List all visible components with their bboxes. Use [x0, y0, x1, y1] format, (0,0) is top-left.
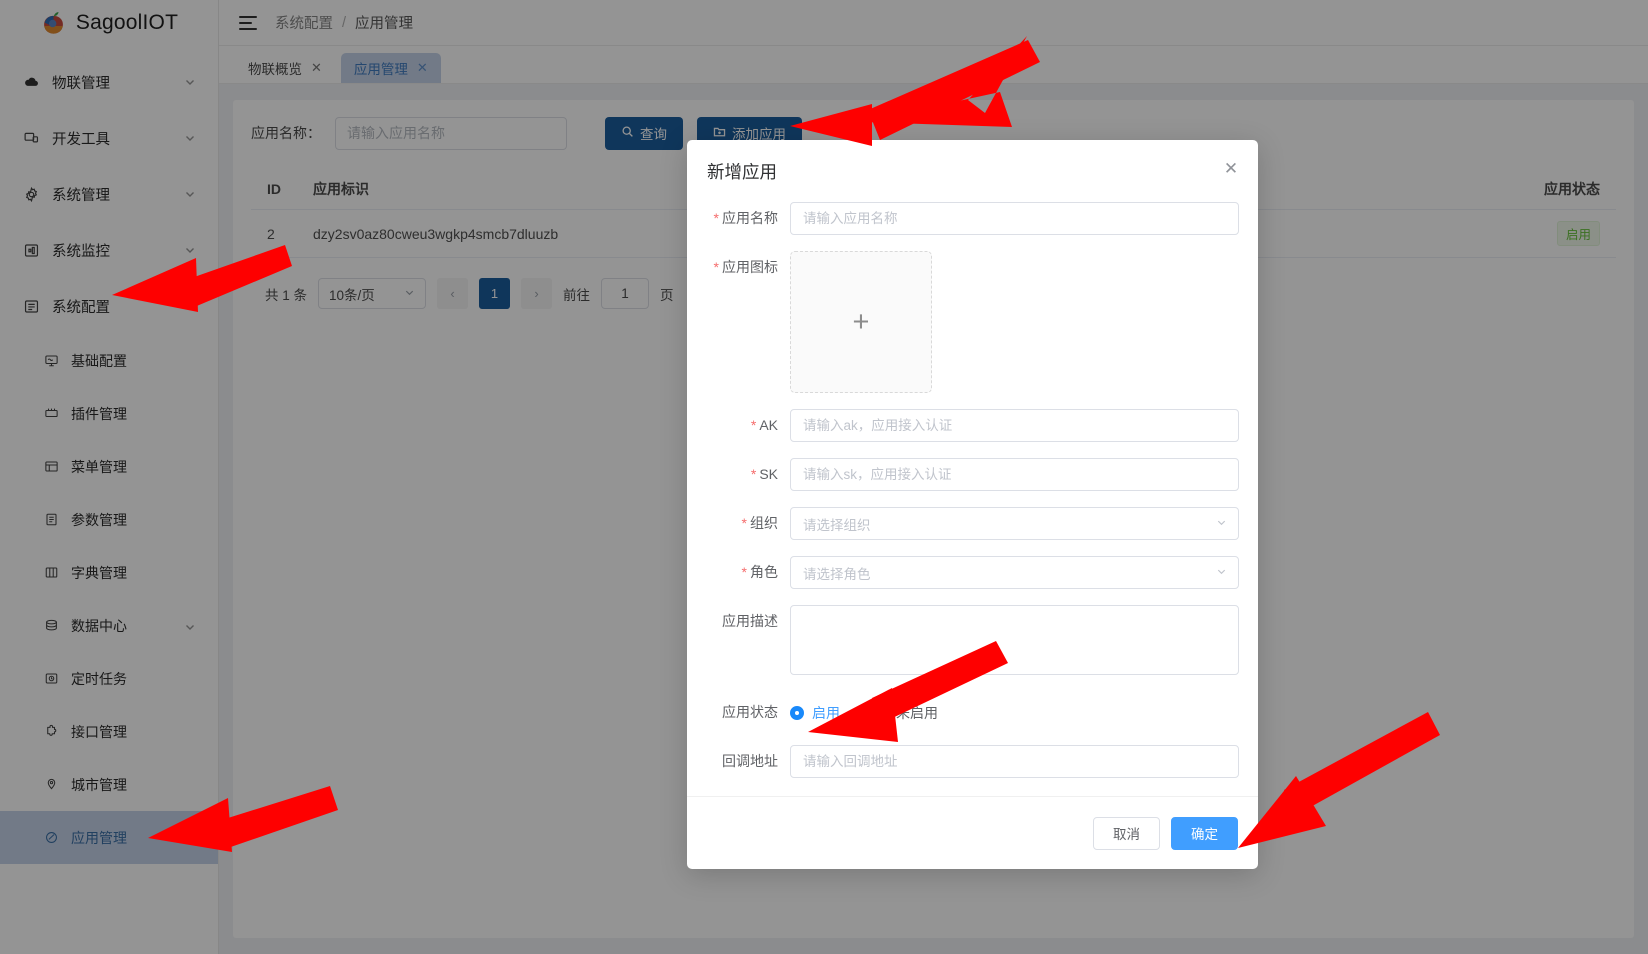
field-label: AK [706, 409, 790, 442]
add-app-dialog: 新增应用 ✕ 应用名称 应用图标 + AK [687, 140, 1258, 869]
status-radio-group: 启用 未启用 [790, 696, 1239, 729]
field-description: 应用描述 [706, 605, 1239, 680]
field-control: + [790, 251, 1239, 393]
radio-dot-icon [790, 705, 804, 720]
field-control: 启用 未启用 [790, 696, 1239, 729]
field-label: 组织 [706, 507, 790, 540]
field-role: 角色 请选择角色 [706, 556, 1239, 589]
radio-label: 启用 [812, 704, 840, 721]
field-callback: 回调地址 [706, 745, 1239, 778]
field-sk: SK [706, 458, 1239, 491]
field-org: 组织 请选择组织 [706, 507, 1239, 540]
field-label: 角色 [706, 556, 790, 589]
field-label: 应用图标 [706, 251, 790, 284]
description-textarea[interactable] [790, 605, 1239, 675]
field-control [790, 202, 1239, 235]
field-control: 请选择组织 [790, 507, 1239, 540]
field-label: 应用名称 [706, 202, 790, 235]
role-select[interactable]: 请选择角色 [790, 556, 1239, 589]
radio-disabled[interactable]: 未启用 [874, 703, 938, 723]
application-window: SagoolIOT 物联管理 开发工具 系统管理 系统监控 系统配置 基础配置 … [0, 0, 1648, 954]
chevron-down-icon [1216, 565, 1227, 580]
field-app-icon: 应用图标 + [706, 251, 1239, 393]
field-control [790, 458, 1239, 491]
app-icon-uploader[interactable]: + [790, 251, 932, 393]
field-label: 应用状态 [722, 704, 778, 720]
dialog-body: 应用名称 应用图标 + AK SK [687, 202, 1258, 796]
chevron-down-icon [1216, 516, 1227, 531]
dialog-title: 新增应用 [707, 161, 777, 182]
radio-enabled[interactable]: 启用 [790, 703, 840, 723]
org-select-value: 请选择组织 [803, 517, 871, 533]
plus-icon: + [852, 305, 870, 338]
field-control [790, 745, 1239, 778]
field-app-status: 应用状态 启用 未启用 [706, 696, 1239, 729]
confirm-button[interactable]: 确定 [1171, 816, 1238, 850]
field-control [790, 409, 1239, 442]
app-name-input[interactable] [790, 202, 1239, 235]
radio-dot-icon [874, 705, 888, 720]
close-icon[interactable]: ✕ [1222, 160, 1240, 178]
org-select[interactable]: 请选择组织 [790, 507, 1239, 540]
field-control [790, 605, 1239, 680]
field-label: 应用描述 [722, 613, 778, 629]
sk-input[interactable] [790, 458, 1239, 491]
field-app-name: 应用名称 [706, 202, 1239, 235]
radio-label: 未启用 [896, 704, 938, 721]
field-control: 请选择角色 [790, 556, 1239, 589]
field-ak: AK [706, 409, 1239, 442]
dialog-header: 新增应用 ✕ [687, 140, 1258, 202]
cancel-button[interactable]: 取消 [1093, 816, 1160, 850]
field-label: 回调地址 [722, 753, 778, 769]
ak-input[interactable] [790, 409, 1239, 442]
role-select-value: 请选择角色 [803, 566, 871, 582]
dialog-footer: 取消 确定 [687, 796, 1258, 869]
field-label: SK [706, 458, 790, 491]
callback-input[interactable] [790, 745, 1239, 778]
